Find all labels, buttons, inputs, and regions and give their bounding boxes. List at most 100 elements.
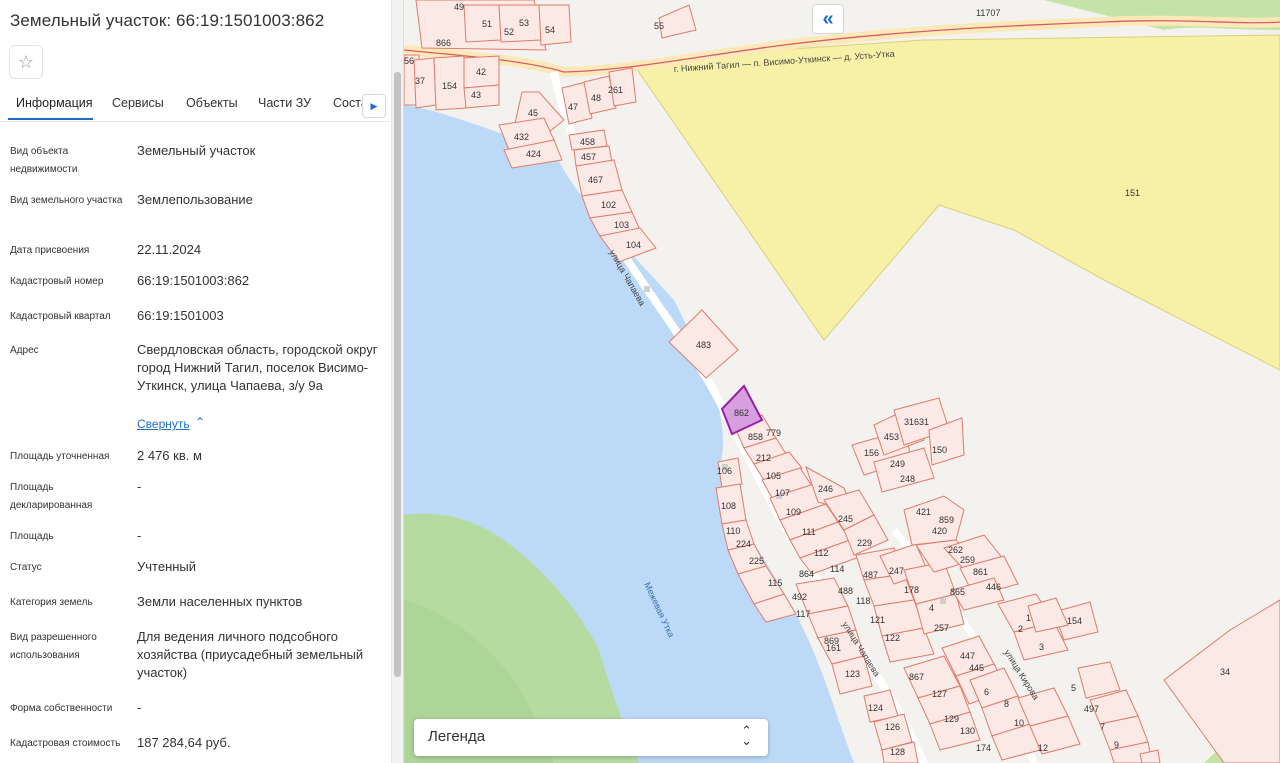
field-value-cadastral-value: 187 284,64 руб. (137, 735, 231, 750)
parcel-label: 229 (857, 538, 872, 548)
field-value-parcel-type: Землепользование (137, 192, 253, 207)
field-label-area: Площадь (10, 531, 54, 542)
field-label-area-declared: Площадь декларированная (10, 482, 93, 511)
parcel-label: 483 (696, 340, 711, 350)
parcel-label: 2 (1018, 624, 1023, 634)
parcel-label: 124 (868, 703, 883, 713)
field-value-cadastral-quarter: 66:19:1501003 (137, 308, 224, 323)
parcel-label: 107 (775, 488, 790, 498)
tab-services[interactable]: Сервисы (112, 96, 164, 110)
parcel-label: 224 (736, 539, 751, 549)
parcel-label: 4 (929, 603, 934, 613)
cadastral-map[interactable]: 11707 151 483 34 55 45 47 48 261 432 424… (404, 0, 1280, 763)
parcel-label: 447 (960, 651, 975, 661)
parcel-label: 869 (824, 636, 839, 646)
parcel-label: 261 (608, 85, 623, 95)
selected-parcel-label: 862 (734, 408, 749, 418)
parcel-label: 52 (504, 27, 514, 37)
parcel-label: 10 (1014, 718, 1024, 728)
field-value-ownership: - (137, 700, 142, 715)
collapse-panel-button[interactable]: « (812, 4, 844, 34)
parcel-label: 858 (748, 432, 763, 442)
field-value-cadastral-number: 66:19:1501003:862 (137, 273, 250, 288)
tab-bar: Информация Сервисы Объекты Части ЗУ Сост… (0, 88, 390, 122)
field-label-cadastral-number: Кадастровый номер (10, 276, 104, 287)
parcel-label: 257 (934, 623, 949, 633)
parcel-label: 8 (1004, 699, 1009, 709)
parcel-label: 43 (471, 90, 481, 100)
building-marker (644, 286, 650, 292)
parcel-label: 9 (1114, 740, 1119, 750)
legend-selector[interactable]: Легенда ⌃ ⌄ (414, 719, 768, 756)
parcel-label: 121 (870, 615, 885, 625)
panel-scrollbar-thumb[interactable] (394, 72, 401, 677)
parcel-label: 55 (654, 21, 664, 31)
field-value-status: Учтенный (137, 559, 197, 574)
parcel-label: 106 (717, 466, 732, 476)
parcel-label: 47 (568, 102, 578, 112)
tabs-scroll-right-button[interactable]: ▶ (362, 94, 386, 118)
tab-objects[interactable]: Объекты (186, 96, 238, 110)
parcel-label: 122 (885, 633, 900, 643)
parcel-label: 458 (580, 137, 595, 147)
parcel-label: 259 (960, 555, 975, 565)
field-value-area-specified: 2 476 кв. м (137, 448, 202, 463)
field-label-permitted-use: Вид разрешенного использования (10, 632, 97, 661)
tab-info[interactable]: Информация (16, 96, 93, 110)
app-root: Земельный участок: 66:19:1501003:862 ☆ И… (0, 0, 1280, 763)
double-chevron-left-icon: « (822, 7, 834, 30)
parcel-label: 51 (482, 19, 492, 29)
parcel-label: 178 (904, 585, 919, 595)
parcel-label: 115 (768, 578, 782, 588)
parcel-label: 420 (932, 526, 947, 536)
field-label-parcel-type: Вид земельного участка (10, 195, 123, 206)
field-value-permitted-use: Для ведения личного подсобного хозяйства… (137, 629, 364, 680)
field-label-area-specified: Площадь уточненная (10, 451, 110, 462)
tab-parcel-parts[interactable]: Части ЗУ (258, 96, 311, 110)
parcel-label: 497 (1084, 704, 1099, 714)
parcel-label: 432 (514, 132, 529, 142)
parcel-label: 151 (1125, 188, 1140, 198)
building-marker (940, 598, 946, 604)
parcel-label: 103 (614, 220, 629, 230)
parcel-label: 126 (885, 722, 900, 732)
field-label-assign-date: Дата присвоения (10, 245, 90, 256)
parcel-label: 102 (601, 200, 616, 210)
parcel-label: 225 (749, 556, 764, 566)
parcel-label: 104 (626, 240, 641, 250)
field-value-land-category: Земли населенных пунктов (137, 594, 303, 609)
parcel-label: 42 (476, 67, 486, 77)
parcel-label: 105 (766, 471, 781, 481)
parcel-label: 114 (830, 564, 844, 574)
collapse-address-link[interactable]: Свернуть (137, 417, 190, 431)
field-label-status: Статус (10, 562, 42, 573)
parcel-label: 54 (545, 25, 555, 35)
chevron-up-icon[interactable]: ⌃ (195, 415, 205, 429)
parcel-label: 154 (1067, 616, 1082, 626)
parcel-label: 5 (1071, 683, 1076, 693)
parcel-label: 129 (944, 714, 959, 724)
parcel-label: 487 (863, 570, 878, 580)
field-label-land-category: Категория земель (10, 597, 93, 608)
parcel-label: 248 (900, 474, 915, 484)
parcel-label: 37 (415, 76, 425, 86)
parcel-label: 488 (838, 586, 853, 596)
map-canvas[interactable]: 11707 151 483 34 55 45 47 48 261 432 424… (404, 0, 1280, 763)
parcel-label: 53 (519, 18, 529, 28)
parcel-label: 117 (796, 609, 810, 619)
parcel-label: 865 (950, 587, 965, 597)
parcel-label: 45 (528, 108, 538, 118)
parcel-label: 48 (591, 93, 601, 103)
parcel-label: 867 (909, 672, 924, 682)
parcel-label: 245 (838, 514, 853, 524)
parcel-label: 467 (588, 175, 603, 185)
parcel-label: 123 (845, 669, 860, 679)
parcel-label: 3 (1039, 642, 1044, 652)
parcel-label: 779 (766, 428, 781, 438)
favorite-button[interactable]: ☆ (9, 45, 43, 79)
parcel-label: 109 (786, 507, 801, 517)
parcel-label: 457 (581, 152, 596, 162)
parcel-label: 154 (442, 81, 457, 91)
parcel-label: 7 (1100, 722, 1105, 732)
field-value-address: Свердловская область, городской округ го… (137, 342, 378, 393)
